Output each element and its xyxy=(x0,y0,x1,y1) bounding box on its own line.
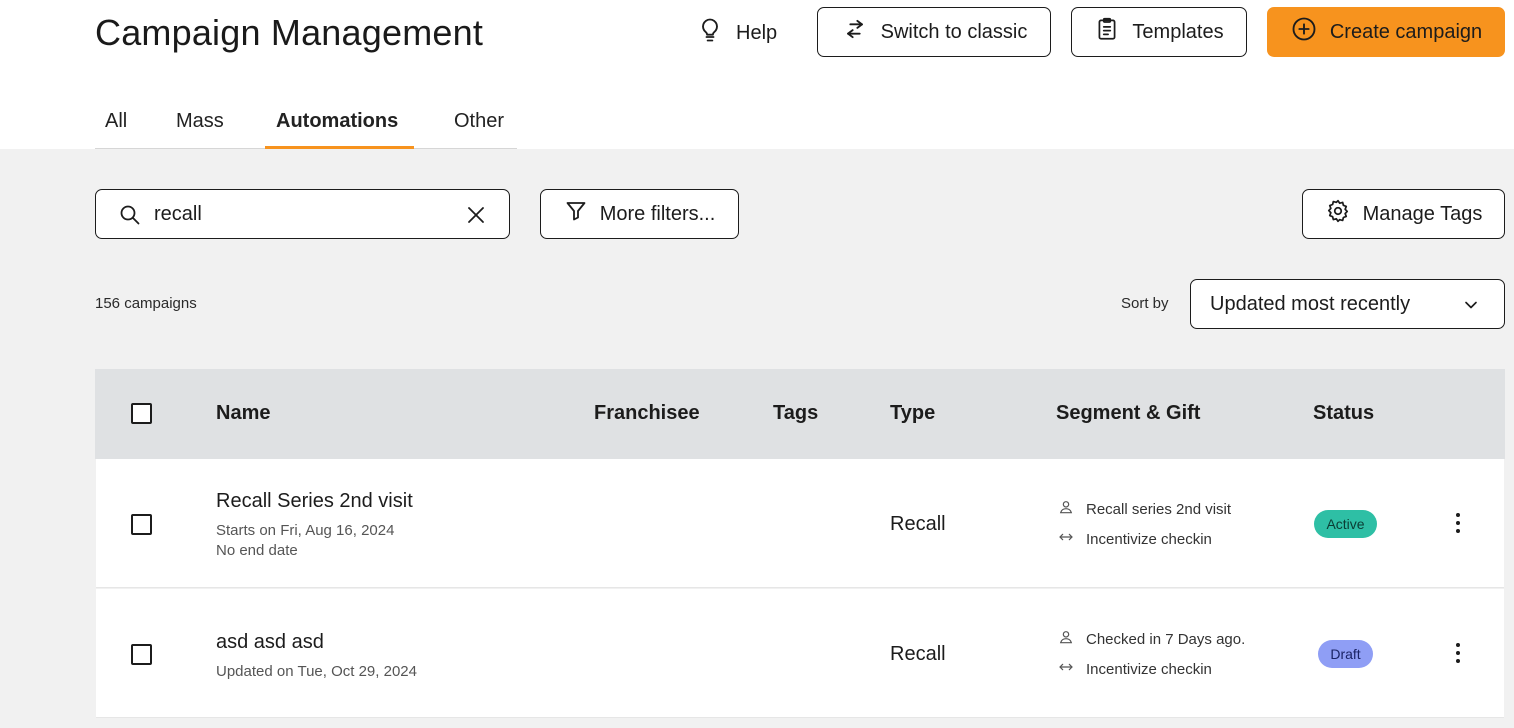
more-filters-button[interactable]: More filters... xyxy=(540,189,739,239)
double-arrow-icon xyxy=(1058,529,1074,549)
status-badge: Draft xyxy=(1318,640,1373,668)
column-header-franchisee[interactable]: Franchisee xyxy=(594,402,700,425)
column-header-tags[interactable]: Tags xyxy=(773,402,818,425)
segment-name: Checked in 7 Days ago. xyxy=(1086,630,1246,648)
campaign-end-date: No end date xyxy=(216,542,298,559)
active-tab-indicator xyxy=(265,146,414,149)
gift-line: Incentivize checkin xyxy=(1058,659,1212,679)
table-header: Name Franchisee Tags Type Segment & Gift… xyxy=(95,369,1505,459)
lightbulb-icon xyxy=(696,16,724,50)
gift-name: Incentivize checkin xyxy=(1086,530,1212,548)
close-icon[interactable] xyxy=(464,203,488,232)
double-arrow-icon xyxy=(1058,659,1074,679)
column-header-segment-gift[interactable]: Segment & Gift xyxy=(1056,402,1200,425)
chevron-down-icon xyxy=(1461,295,1481,320)
table-row[interactable]: asd asd asd Updated on Tue, Oct 29, 2024… xyxy=(96,589,1504,718)
segment-line: Recall series 2nd visit xyxy=(1058,499,1231,519)
campaign-name[interactable]: asd asd asd xyxy=(216,631,324,654)
search-input[interactable]: recall xyxy=(154,203,202,226)
create-campaign-label: Create campaign xyxy=(1329,20,1483,43)
column-header-type[interactable]: Type xyxy=(890,402,935,425)
create-campaign-button[interactable]: Create campaign xyxy=(1267,7,1505,57)
campaign-type: Recall xyxy=(890,643,946,665)
page-header: Campaign Management Help Switch to class… xyxy=(0,0,1514,149)
help-link[interactable]: Help xyxy=(696,18,777,48)
clipboard-icon xyxy=(1094,16,1120,48)
search-icon xyxy=(118,203,142,232)
campaign-name[interactable]: Recall Series 2nd visit xyxy=(216,490,413,513)
tab-all[interactable]: All xyxy=(105,110,127,133)
column-header-status[interactable]: Status xyxy=(1313,402,1374,425)
tab-other[interactable]: Other xyxy=(454,110,504,133)
page-title: Campaign Management xyxy=(95,12,484,53)
row-checkbox[interactable] xyxy=(131,514,152,535)
campaign-type: Recall xyxy=(890,513,946,535)
sort-selected-value: Updated most recently xyxy=(1210,293,1411,315)
campaign-start-date: Starts on Fri, Aug 16, 2024 xyxy=(216,522,395,539)
person-icon xyxy=(1058,629,1074,649)
campaign-count: 156 campaigns xyxy=(95,295,197,312)
gift-line: Incentivize checkin xyxy=(1058,529,1212,549)
column-header-name[interactable]: Name xyxy=(216,402,270,425)
more-filters-label: More filters... xyxy=(599,202,716,225)
campaign-updated-date: Updated on Tue, Oct 29, 2024 xyxy=(216,663,417,680)
segment-line: Checked in 7 Days ago. xyxy=(1058,629,1245,649)
more-options-icon[interactable] xyxy=(1455,513,1461,533)
tab-automations[interactable]: Automations xyxy=(276,110,398,133)
switch-to-classic-button[interactable]: Switch to classic xyxy=(817,7,1051,57)
swap-arrows-icon xyxy=(841,15,869,49)
campaign-tabs: All Mass Automations Other xyxy=(95,100,517,149)
gear-icon xyxy=(1325,198,1351,230)
manage-tags-button[interactable]: Manage Tags xyxy=(1302,189,1505,239)
sort-by-label: Sort by xyxy=(1121,295,1169,312)
campaigns-table: Name Franchisee Tags Type Segment & Gift… xyxy=(95,369,1505,728)
row-checkbox[interactable] xyxy=(131,644,152,665)
search-box[interactable]: recall xyxy=(95,189,510,239)
plus-circle-icon xyxy=(1290,15,1318,49)
gift-name: Incentivize checkin xyxy=(1086,660,1212,678)
select-all-checkbox[interactable] xyxy=(131,403,152,424)
table-row[interactable]: Recall Series 2nd visit Starts on Fri, A… xyxy=(96,459,1504,588)
sort-select[interactable]: Updated most recently xyxy=(1190,279,1505,329)
status-badge: Active xyxy=(1314,510,1377,538)
manage-tags-label: Manage Tags xyxy=(1362,202,1483,225)
templates-button[interactable]: Templates xyxy=(1071,7,1247,57)
filter-icon xyxy=(564,199,588,229)
tab-mass[interactable]: Mass xyxy=(176,110,224,133)
templates-label: Templates xyxy=(1132,20,1224,43)
segment-name: Recall series 2nd visit xyxy=(1086,500,1232,518)
help-label: Help xyxy=(736,21,778,44)
person-icon xyxy=(1058,499,1074,519)
switch-to-classic-label: Switch to classic xyxy=(880,20,1028,43)
more-options-icon[interactable] xyxy=(1455,643,1461,663)
